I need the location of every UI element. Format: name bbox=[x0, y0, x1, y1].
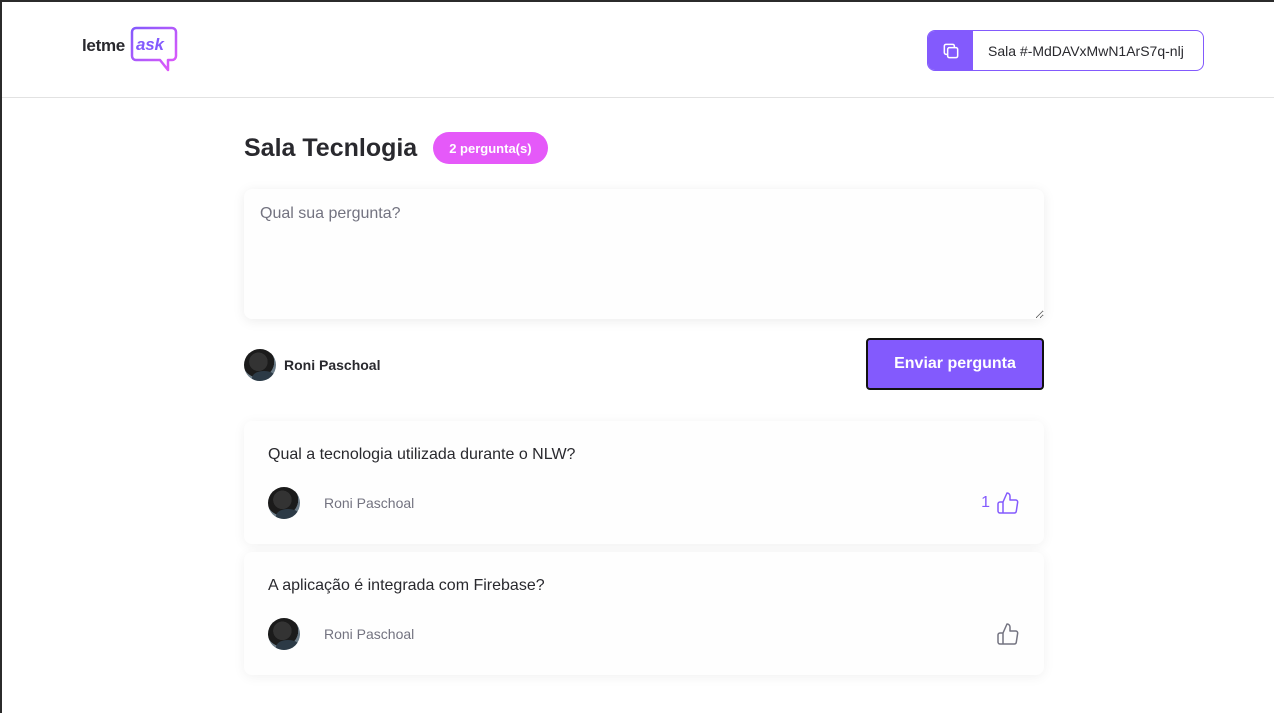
copy-icon-box[interactable] bbox=[928, 31, 973, 70]
like-icon bbox=[997, 492, 1019, 514]
question-form-footer: Roni Paschoal Enviar pergunta bbox=[244, 338, 1044, 390]
user-name: Roni Paschoal bbox=[284, 357, 381, 373]
page-title: Sala Tecnlogia bbox=[244, 133, 418, 162]
send-question-button[interactable]: Enviar pergunta bbox=[866, 338, 1044, 390]
avatar bbox=[268, 487, 300, 519]
question-input[interactable] bbox=[244, 189, 1044, 319]
room-code-text: Sala #-MdDAVxMwN1ArS7q-nlj bbox=[988, 42, 1184, 59]
question-card: A aplicação é integrada com Firebase? Ro… bbox=[244, 552, 1044, 675]
avatar bbox=[244, 349, 276, 381]
copy-room-code-button[interactable]: Sala #-MdDAVxMwN1ArS7q-nlj bbox=[927, 30, 1204, 71]
question-list: Qual a tecnologia utilizada durante o NL… bbox=[244, 421, 1044, 683]
author-name: Roni Paschoal bbox=[324, 495, 415, 511]
app-window: letme ask Sala #-MdDAVxMwN1ArS7q-nlj Sal… bbox=[0, 0, 1274, 713]
question-author: Roni Paschoal bbox=[268, 487, 414, 519]
question-count-badge: 2 pergunta(s) bbox=[433, 132, 548, 164]
copy-icon bbox=[943, 43, 958, 58]
logo-accent: ask bbox=[136, 35, 164, 54]
like-button[interactable]: 1 bbox=[981, 491, 1020, 515]
question-text: Qual a tecnologia utilizada durante o NL… bbox=[268, 446, 576, 463]
like-count: 1 bbox=[981, 494, 990, 511]
question-text: A aplicação é integrada com Firebase? bbox=[268, 577, 545, 594]
author-name: Roni Paschoal bbox=[324, 626, 415, 642]
room-title-row: Sala Tecnlogia 2 pergunta(s) bbox=[244, 132, 548, 164]
like-icon bbox=[997, 623, 1019, 645]
letmeask-logo[interactable]: letme ask bbox=[82, 26, 182, 76]
avatar bbox=[268, 618, 300, 650]
question-author: Roni Paschoal bbox=[268, 618, 414, 650]
question-card: Qual a tecnologia utilizada durante o NL… bbox=[244, 421, 1044, 544]
question-footer: Roni Paschoal 1 bbox=[268, 487, 1020, 519]
like-button[interactable] bbox=[990, 622, 1020, 646]
page-header: letme ask Sala #-MdDAVxMwN1ArS7q-nlj bbox=[2, 2, 1274, 98]
current-user: Roni Paschoal bbox=[244, 349, 380, 381]
logo-prefix: letme bbox=[82, 36, 125, 55]
question-footer: Roni Paschoal bbox=[268, 618, 1020, 650]
